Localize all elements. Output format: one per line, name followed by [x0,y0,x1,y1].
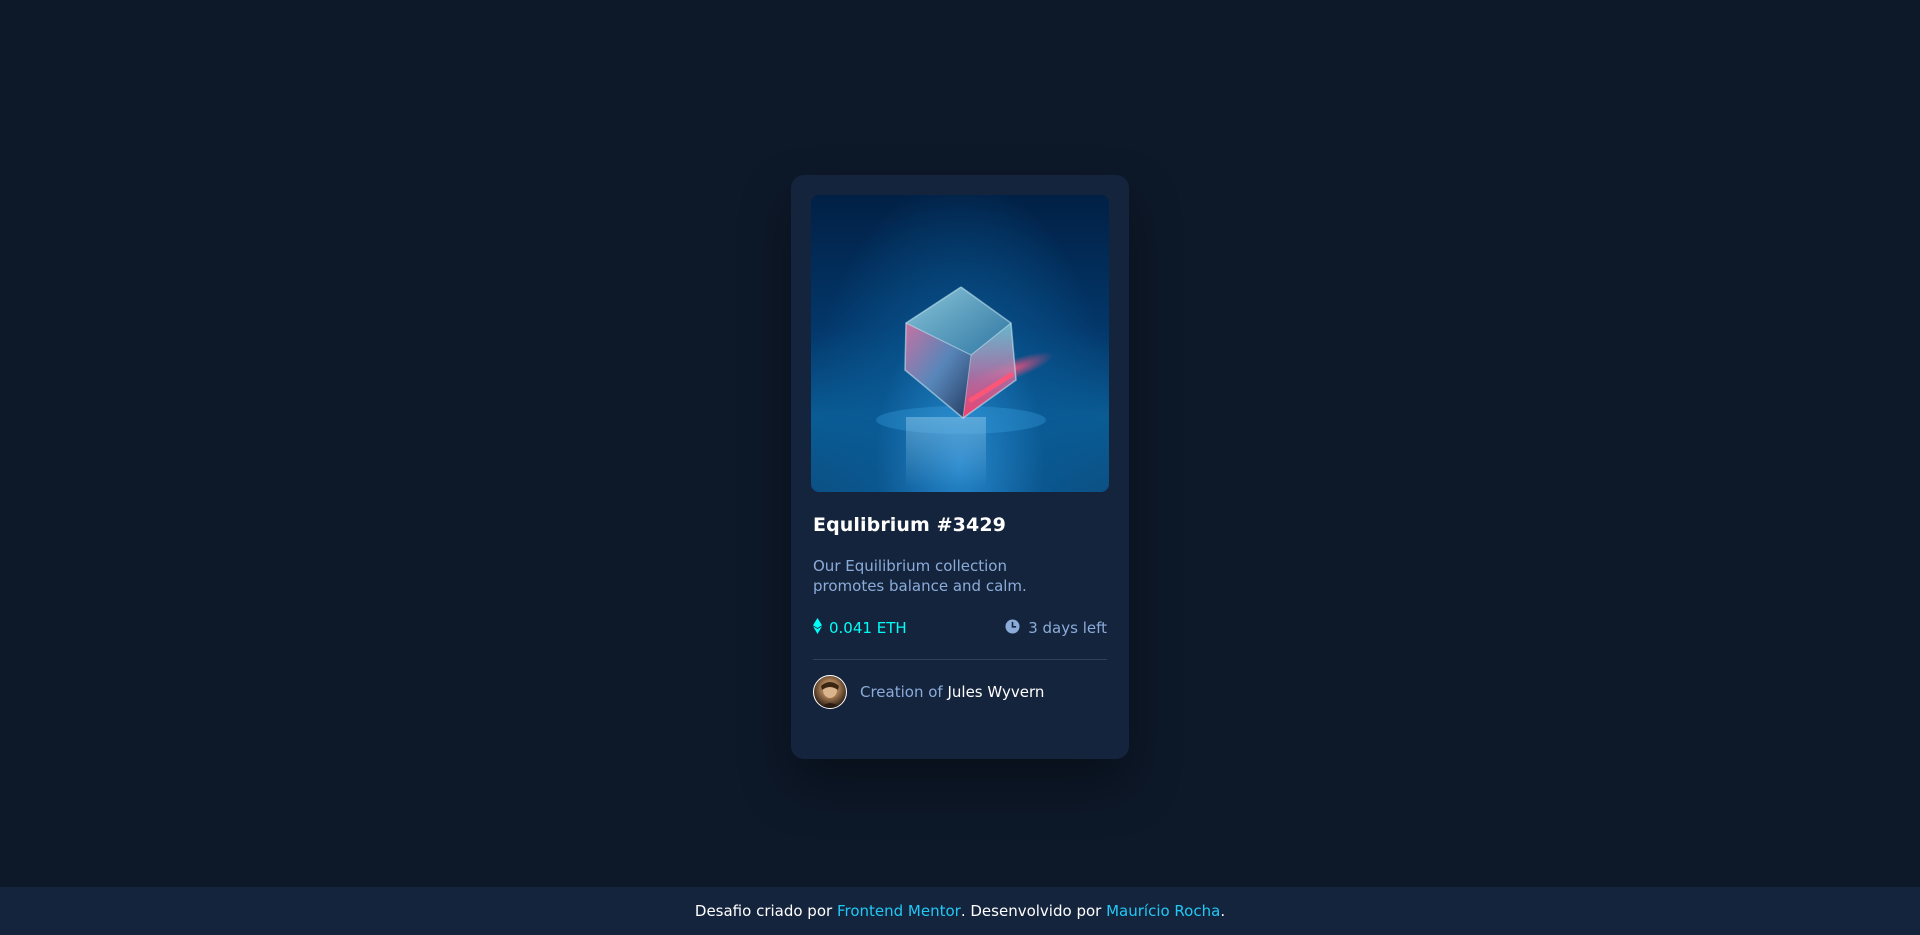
footer-text-1: Desafio criado por [694,902,833,920]
divider [813,659,1107,660]
frontend-mentor-link[interactable]: Frontend Mentor [837,902,961,920]
price: 0.041 ETH [813,618,907,638]
creator-text: Creation of Jules Wyvern [860,683,1044,701]
creator-name[interactable]: Jules Wyvern [947,683,1044,701]
attribution-footer: Desafio criado por Frontend Mentor. Dese… [0,887,1920,935]
nft-description: Our Equilibrium collection promotes bala… [813,557,1027,595]
nft-stats: 0.041 ETH 3 days left [813,618,1107,638]
price-value: 0.041 ETH [829,619,907,637]
creator: Creation of Jules Wyvern [813,675,1109,709]
footer-text-2: . Desenvolvido por [960,902,1102,920]
nft-card: Equlibrium #3429 Our Equilibrium collect… [791,175,1129,759]
creator-prefix: Creation of [860,683,943,701]
avatar [813,675,847,709]
time-left: 3 days left [1005,619,1107,638]
clock-icon [1005,619,1028,638]
nft-image[interactable] [811,195,1109,492]
footer-text-3: . [1220,902,1226,920]
nft-title[interactable]: Equlibrium #3429 [813,514,1109,536]
time-left-value: 3 days left [1028,619,1107,637]
cube-illustration [876,286,1054,487]
ethereum-icon [813,618,829,638]
author-link[interactable]: Maurício Rocha [1106,902,1220,920]
